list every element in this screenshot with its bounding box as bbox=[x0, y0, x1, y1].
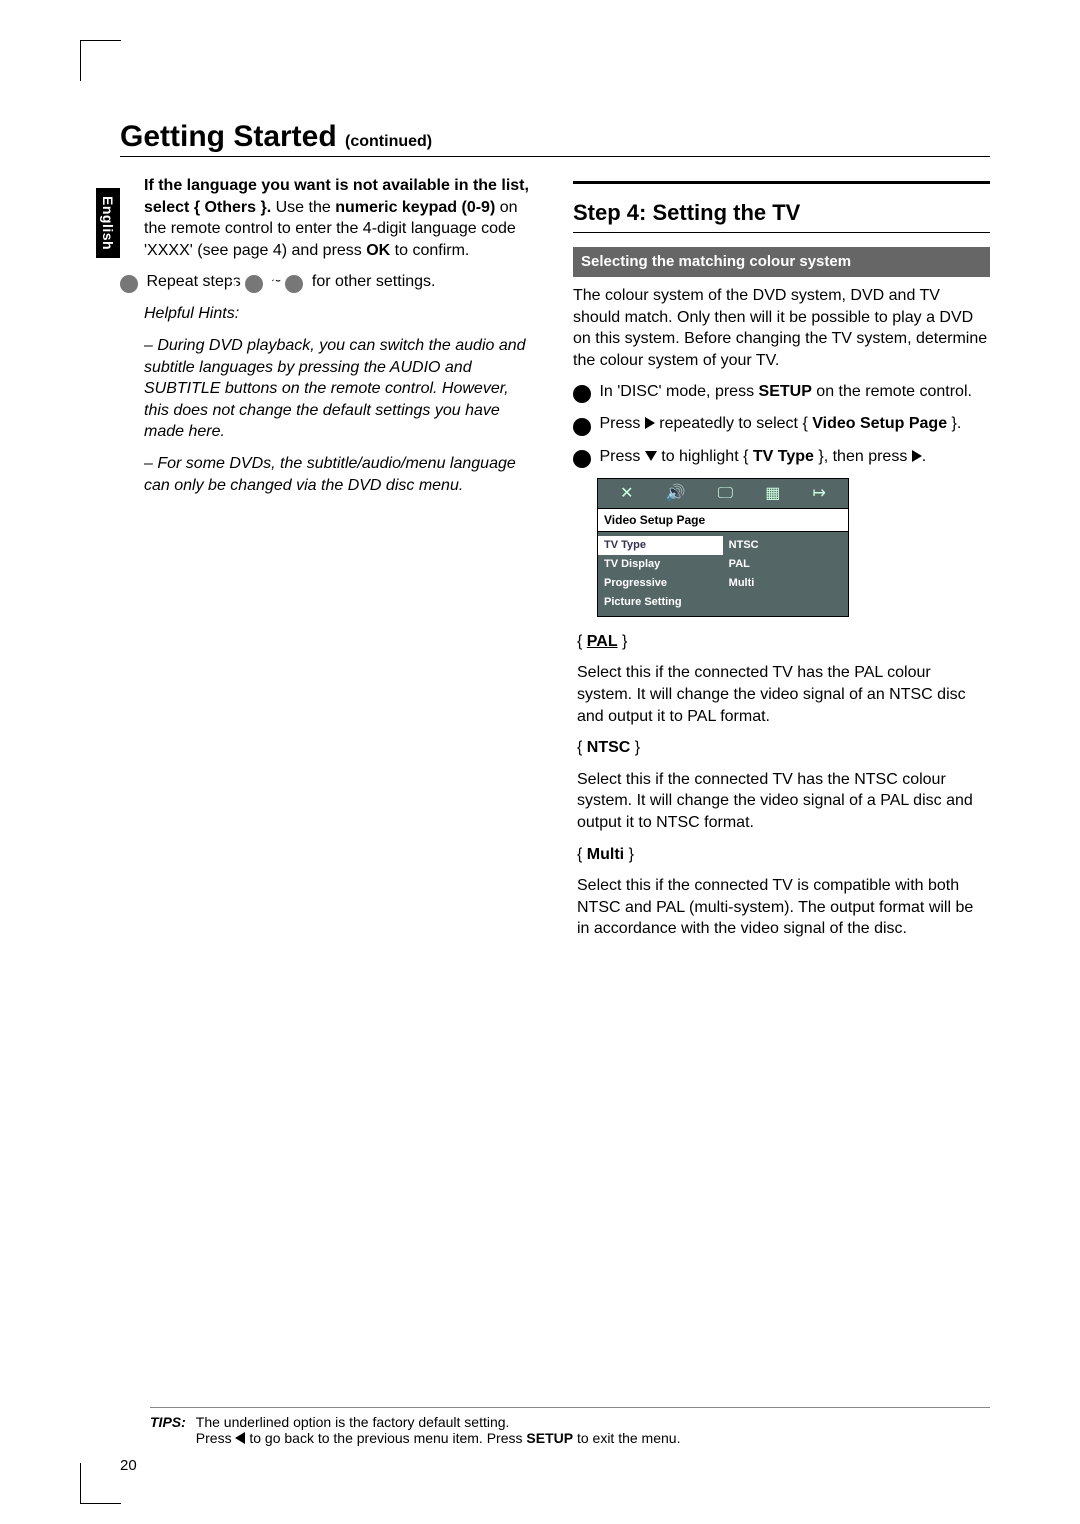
arrow-right-icon bbox=[645, 417, 655, 429]
osd-tab-tools-icon: ✕ bbox=[620, 483, 633, 505]
opt-ntsc-title: NTSC bbox=[587, 739, 631, 756]
osd-tab-audio-icon: 🔊 bbox=[666, 483, 686, 505]
osd-opt-ntsc: NTSC bbox=[729, 536, 842, 555]
page-number: 20 bbox=[120, 1457, 137, 1474]
tips-footer: TIPS: The underlined option is the facto… bbox=[150, 1407, 990, 1446]
hint-2: – For some DVDs, the subtitle/audio/menu… bbox=[120, 453, 537, 496]
title-main: Getting Started bbox=[120, 120, 337, 153]
step-badge-1: 1 bbox=[573, 385, 591, 403]
osd-tabbar: ✕ 🔊 🖵 ▦ ↦ bbox=[598, 479, 848, 509]
language-tab: English bbox=[96, 188, 120, 258]
s3-c: TV Type bbox=[753, 448, 814, 465]
s2-b: repeatedly to select { bbox=[655, 415, 812, 432]
tips-line2c: SETUP bbox=[526, 1430, 573, 1446]
s3-e: . bbox=[922, 448, 926, 465]
s3-d: }, then press bbox=[814, 448, 912, 465]
osd-item-progressive: Progressive bbox=[598, 574, 723, 593]
s3-a: Press bbox=[599, 448, 644, 465]
opt-multi-body: Select this if the connected TV is compa… bbox=[573, 875, 990, 940]
left-p1-b: numeric keypad (0-9) bbox=[335, 199, 495, 216]
step-rule-top bbox=[573, 181, 990, 184]
osd-opt-pal: PAL bbox=[729, 555, 842, 574]
opt-pal-body: Select this if the connected TV has the … bbox=[573, 662, 990, 727]
s1-b: SETUP bbox=[759, 383, 812, 400]
s3-b: to highlight { bbox=[657, 448, 753, 465]
s2-d: }. bbox=[947, 415, 961, 432]
step-badge-3: 3 bbox=[573, 450, 591, 468]
section-band: Selecting the matching colour system bbox=[573, 247, 990, 277]
arrow-left-icon bbox=[235, 1432, 245, 1444]
osd-screenshot: ✕ 🔊 🖵 ▦ ↦ Video Setup Page TV Type TV Di… bbox=[597, 478, 849, 617]
opt-pal-title: PAL bbox=[587, 633, 618, 650]
tips-line2d: to exit the menu. bbox=[573, 1430, 680, 1446]
osd-tab-video-icon: 🖵 bbox=[718, 483, 733, 505]
left-p1-a: Use the bbox=[276, 199, 336, 216]
ref-badge-4: 4 bbox=[285, 275, 303, 293]
osd-tab-exit-icon: ↦ bbox=[813, 483, 826, 505]
hints-title: Helpful Hints: bbox=[120, 303, 537, 325]
osd-page-title: Video Setup Page bbox=[598, 508, 848, 532]
osd-item-tvtype: TV Type bbox=[598, 536, 723, 555]
page-title: Getting Started (continued) bbox=[120, 120, 990, 154]
left-column: If the language you want is not availabl… bbox=[120, 175, 537, 950]
s1-a: In 'DISC' mode, press bbox=[599, 383, 758, 400]
left-p1-e: to confirm. bbox=[390, 242, 469, 259]
s2-c: Video Setup Page bbox=[812, 415, 947, 432]
tips-line2a: Press bbox=[196, 1430, 236, 1446]
s1-c: on the remote control. bbox=[812, 383, 972, 400]
tips-label: TIPS: bbox=[150, 1414, 186, 1446]
title-sub: (continued) bbox=[345, 133, 432, 150]
hint-1: – During DVD playback, you can switch th… bbox=[120, 335, 537, 443]
step5-c: for other settings. bbox=[307, 273, 435, 290]
opt-multi-title: Multi bbox=[587, 846, 624, 863]
right-column: Step 4: Setting the TV Selecting the mat… bbox=[573, 175, 990, 950]
osd-tab-pref-icon: ▦ bbox=[765, 483, 780, 505]
left-p1-d: OK bbox=[366, 242, 390, 259]
tips-line2b: to go back to the previous menu item. Pr… bbox=[245, 1430, 526, 1446]
osd-opt-multi: Multi bbox=[729, 574, 842, 593]
ref-badge-3: 3 bbox=[245, 275, 263, 293]
arrow-down-icon bbox=[645, 451, 657, 461]
intro-text: The colour system of the DVD system, DVD… bbox=[573, 285, 990, 371]
step-rule-bot bbox=[573, 232, 990, 233]
osd-item-picture: Picture Setting bbox=[598, 593, 723, 612]
step-badge-5: 5 bbox=[120, 275, 138, 293]
tips-line1: The underlined option is the factory def… bbox=[196, 1414, 510, 1430]
osd-menu-left: TV Type TV Display Progressive Picture S… bbox=[598, 532, 723, 615]
step4-title: Step 4: Setting the TV bbox=[573, 198, 990, 228]
arrow-right-icon bbox=[912, 450, 922, 462]
step-badge-2: 2 bbox=[573, 418, 591, 436]
osd-menu-right: NTSC PAL Multi bbox=[723, 532, 848, 615]
opt-ntsc-body: Select this if the connected TV has the … bbox=[573, 769, 990, 834]
title-rule bbox=[120, 156, 990, 157]
osd-item-tvdisplay: TV Display bbox=[598, 555, 723, 574]
s2-a: Press bbox=[599, 415, 644, 432]
